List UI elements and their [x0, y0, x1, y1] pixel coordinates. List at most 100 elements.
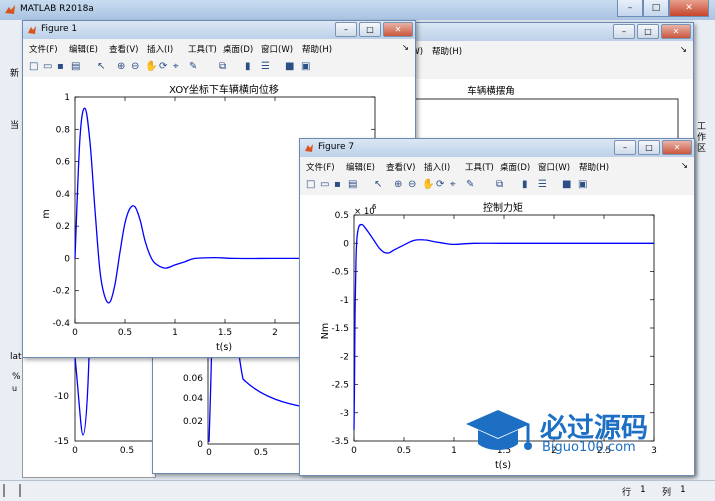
menu-item[interactable]: 工具(T) — [188, 43, 217, 55]
save-icon[interactable]: ▪ — [334, 179, 345, 190]
data-cursor-icon[interactable]: ⌖ — [173, 61, 184, 72]
figure-7-toolbar: □ ▭ ▪ ▤ ↖ ⊕ ⊖ ✋ ⟳ ⌖ ✎ ⧉ ▮ ☰ ■ ▣ — [300, 175, 694, 196]
watermark-en-text: Biguo100.com — [542, 440, 636, 455]
behind-middle-xtick: 0 — [206, 448, 212, 458]
brush-icon[interactable]: ✎ — [189, 61, 200, 72]
maximize-button[interactable]: □ — [359, 22, 381, 37]
matlab-logo-icon — [5, 5, 15, 14]
figure-7-title: Figure 7 — [318, 142, 355, 152]
zoom-in-icon[interactable]: ⊕ — [117, 61, 128, 72]
left-panel-strip — [0, 20, 22, 480]
menu-item[interactable]: 文件(F) — [306, 161, 335, 173]
colorbar-icon[interactable]: ▮ — [245, 61, 256, 72]
figure-yaw-window-controls: – □ ✕ — [613, 24, 691, 39]
y-tick-label: -1 — [340, 296, 349, 306]
menubar-dock-icon[interactable]: ↘ — [402, 43, 409, 53]
y-tick-label: -1.5 — [331, 324, 349, 334]
rotate-icon[interactable]: ⟳ — [159, 61, 170, 72]
minimize-button[interactable]: – — [613, 24, 635, 39]
zoom-out-icon[interactable]: ⊖ — [131, 61, 142, 72]
menu-item[interactable]: 帮助(H) — [302, 43, 332, 55]
figure-1-toolbar: □ ▭ ▪ ▤ ↖ ⊕ ⊖ ✋ ⟳ ⌖ ✎ ⧉ ▮ ☰ ■ ▣ — [23, 57, 415, 78]
brush-icon[interactable]: ✎ — [466, 179, 477, 190]
new-figure-icon[interactable]: □ — [29, 61, 40, 72]
col-label: 列 — [662, 488, 672, 498]
menubar-dock-icon[interactable]: ↘ — [680, 45, 687, 55]
link-icon[interactable]: ⧉ — [219, 61, 230, 72]
menu-item[interactable]: 插入(I) — [147, 43, 173, 55]
menu-item[interactable]: 窗口(W) — [538, 161, 570, 173]
behind-left-xtick: 0 — [72, 446, 78, 456]
watermark: 必过源码 Biguo100.com — [462, 404, 667, 464]
plot-title: 控制力矩 — [483, 201, 523, 214]
zoom-in-icon[interactable]: ⊕ — [394, 179, 405, 190]
new-figure-icon[interactable]: □ — [306, 179, 317, 190]
minimize-button[interactable]: – — [335, 22, 357, 37]
maximize-button[interactable]: □ — [638, 140, 660, 155]
menu-item[interactable]: 文件(F) — [29, 43, 58, 55]
rotate-icon[interactable]: ⟳ — [436, 179, 447, 190]
x-tick-label: 0.5 — [397, 446, 411, 456]
dock-icon[interactable]: ▣ — [578, 179, 589, 190]
menubar-dock-icon[interactable]: ↘ — [681, 161, 688, 171]
print-icon[interactable]: ▤ — [71, 61, 82, 72]
minimize-button[interactable]: – — [614, 140, 636, 155]
y-tick-label: -0.4 — [52, 319, 70, 329]
current-folder-fragment: 当 — [10, 121, 20, 131]
menu-item[interactable]: 编辑(E) — [346, 161, 375, 173]
menu-item[interactable]: 查看(V) — [109, 43, 138, 55]
menu-item[interactable]: 桌面(D) — [500, 161, 530, 173]
close-button[interactable]: ✕ — [661, 24, 691, 39]
menu-item[interactable]: 工具(T) — [465, 161, 494, 173]
dock-icon[interactable]: ▣ — [301, 61, 312, 72]
legend-icon[interactable]: ☰ — [538, 179, 549, 190]
figure-7-window-controls: – □ ✕ — [614, 140, 692, 155]
figure-1-menubar: 文件(F) 编辑(E) 查看(V) 插入(I) 工具(T) 桌面(D) 窗口(W) 帮助(H)… — [23, 39, 415, 58]
close-button[interactable]: ✕ — [662, 140, 692, 155]
close-button[interactable]: ✕ — [669, 0, 709, 17]
menu-item[interactable]: 帮助(H) — [432, 45, 462, 57]
minimize-button[interactable]: – — [617, 0, 643, 17]
hide-tools-icon[interactable]: ■ — [562, 179, 573, 190]
save-icon[interactable]: ▪ — [57, 61, 68, 72]
menu-item[interactable]: 窗口(W) — [261, 43, 293, 55]
pan-icon[interactable]: ✋ — [422, 179, 434, 190]
colorbar-icon[interactable]: ▮ — [522, 179, 533, 190]
matlab-window-controls: – □ ✕ — [617, 0, 709, 17]
y-tick-label: -2 — [340, 352, 349, 362]
menu-item[interactable]: 桌面(D) — [223, 43, 253, 55]
maximize-button[interactable]: □ — [637, 24, 659, 39]
menu-item[interactable]: 帮助(H) — [579, 161, 609, 173]
pointer-icon[interactable]: ↖ — [374, 179, 385, 190]
zoom-out-icon[interactable]: ⊖ — [408, 179, 419, 190]
figure-icon — [305, 144, 313, 152]
open-file-icon[interactable]: ▭ — [43, 61, 54, 72]
menu-item[interactable]: 插入(I) — [424, 161, 450, 173]
y-tick-label: 0 — [64, 254, 70, 264]
behind-left-xtick: 0.5 — [120, 446, 134, 456]
plot-title: 车辆横摆角 — [467, 85, 515, 97]
command-fragment-u: u — [12, 384, 18, 393]
y-tick-label: 0.8 — [56, 125, 71, 135]
workspace-tab-label[interactable]: 工作区 — [697, 122, 707, 155]
menu-item[interactable]: 编辑(E) — [69, 43, 98, 55]
open-file-icon[interactable]: ▭ — [320, 179, 331, 190]
hide-tools-icon[interactable]: ■ — [285, 61, 296, 72]
data-cursor-icon[interactable]: ⌖ — [450, 179, 461, 190]
legend-icon[interactable]: ☰ — [261, 61, 272, 72]
pointer-icon[interactable]: ↖ — [97, 61, 108, 72]
row-label: 行 — [622, 488, 632, 498]
status-bar: 行 1 列 1 — [0, 480, 715, 501]
pan-icon[interactable]: ✋ — [145, 61, 157, 72]
behind-plot-left: -10 -15 0 0.5 — [22, 356, 156, 478]
menu-item[interactable]: 查看(V) — [386, 161, 415, 173]
maximize-button[interactable]: □ — [643, 0, 669, 17]
link-icon[interactable]: ⧉ — [496, 179, 507, 190]
figure-1-title-bar: Figure 1 – □ ✕ — [23, 21, 415, 39]
print-icon[interactable]: ▤ — [348, 179, 359, 190]
close-button[interactable]: ✕ — [383, 22, 413, 37]
x-tick-label: 1.5 — [218, 328, 232, 338]
behind-left-ytick: -10 — [54, 392, 69, 402]
y-exponent: 6 — [372, 203, 377, 211]
x-tick-label: 0.5 — [118, 328, 132, 338]
